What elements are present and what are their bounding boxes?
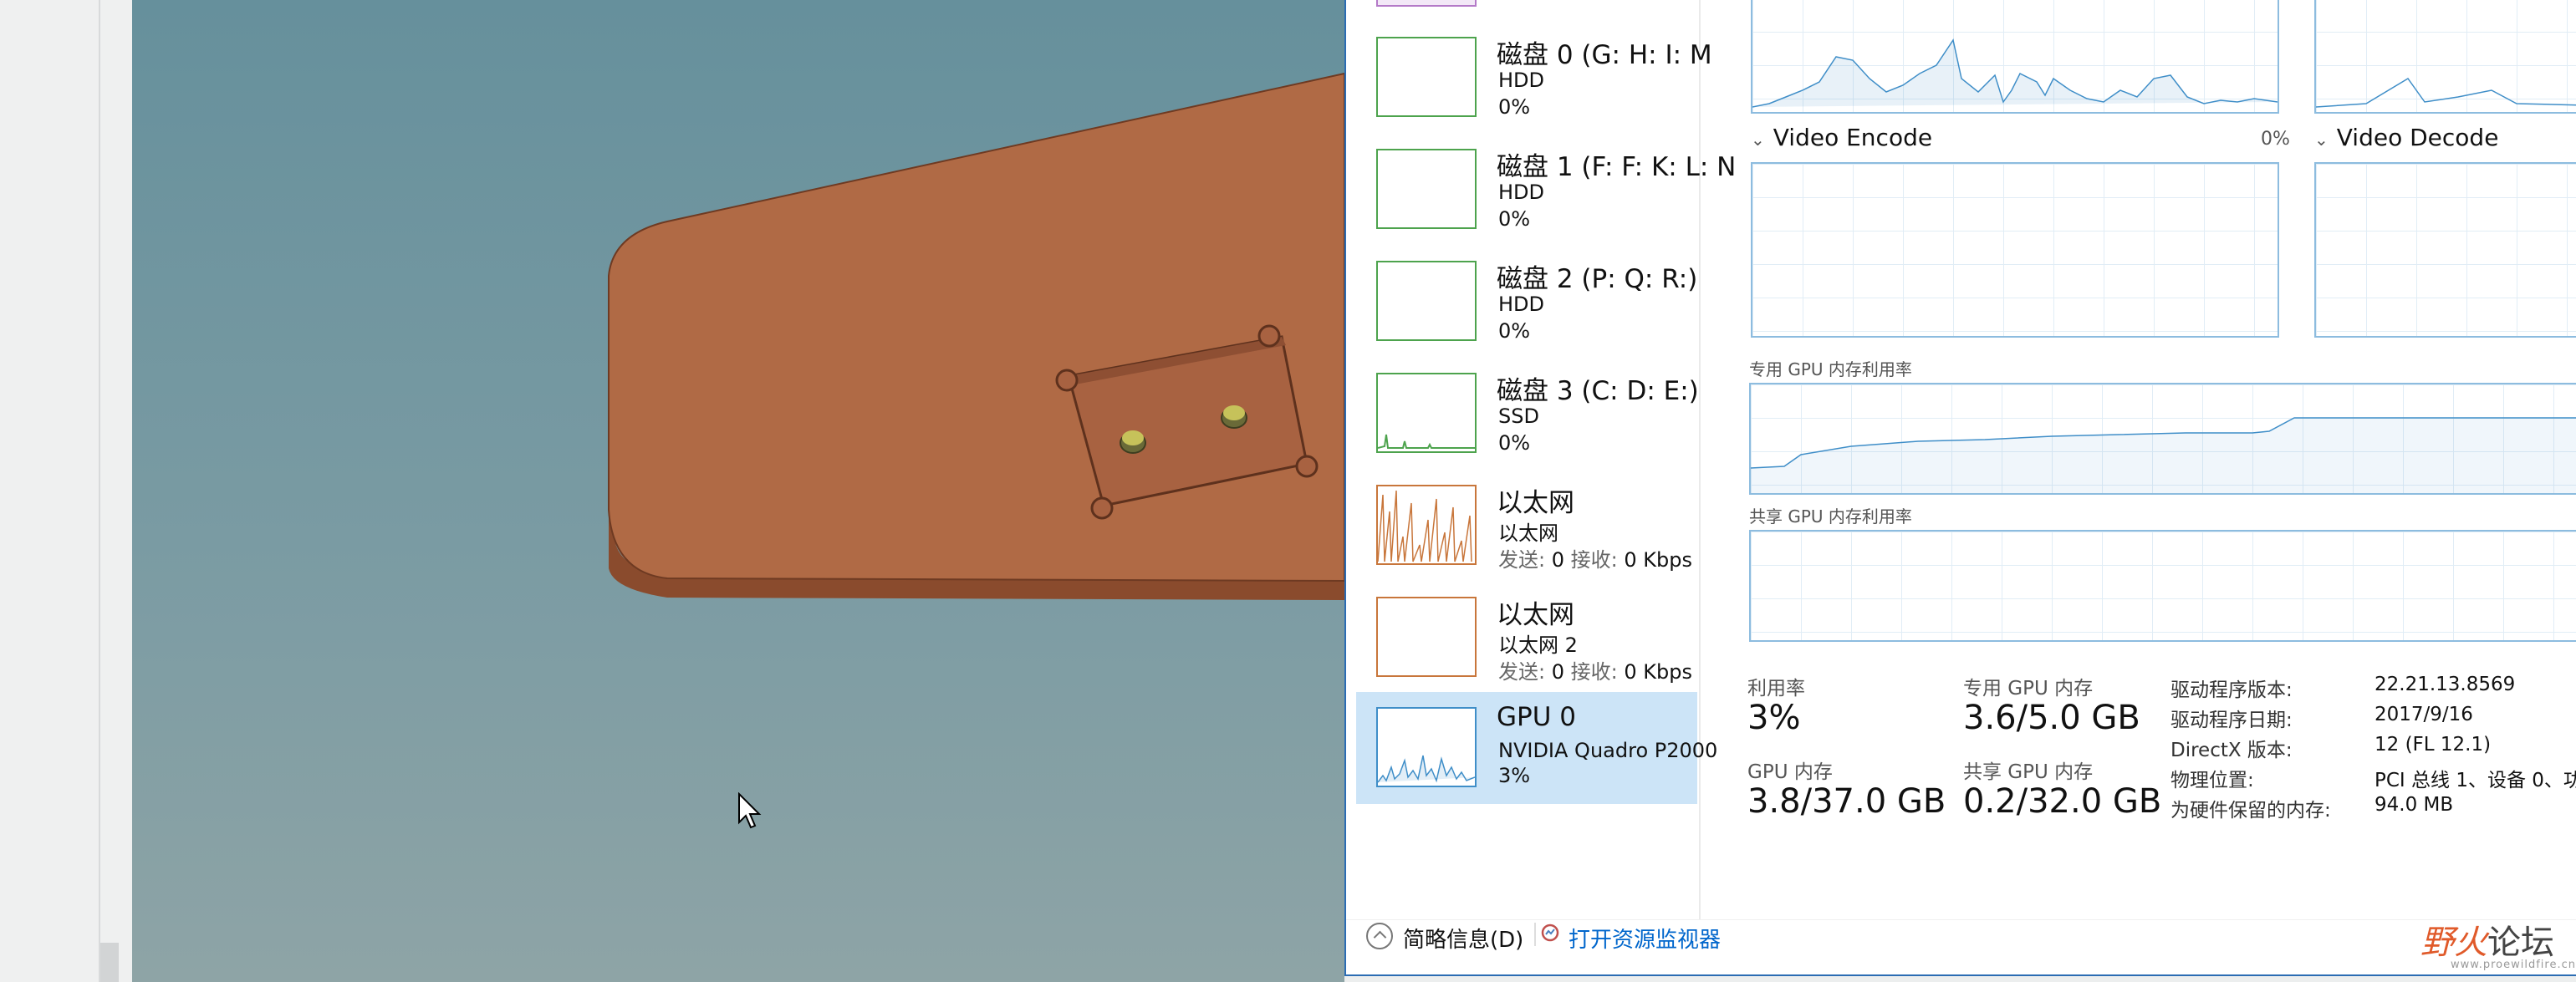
footer-divider — [1534, 923, 1536, 946]
receive-value: 0 Kbps — [1624, 548, 1692, 572]
resource-usage: 0% — [1498, 95, 1531, 119]
resource-usage: 0% — [1498, 431, 1531, 455]
ethernet2-graph-thumb — [1376, 597, 1477, 677]
receive-label: 接收: — [1570, 548, 1618, 572]
resource-item-gpu0[interactable]: GPU 0 NVIDIA Quadro P2000 3% — [1356, 692, 1717, 804]
receive-label: 接收: — [1570, 660, 1618, 684]
send-value: 0 — [1551, 548, 1565, 572]
gpu-mem-value: 3.8/37.0 GB — [1747, 782, 1946, 821]
watermark-text-a: 野火 — [2420, 923, 2487, 962]
resource-title: 磁盘 3 (C: D: E:) — [1497, 376, 1699, 406]
resource-title: 磁盘 2 (P: Q: R:) — [1497, 264, 1698, 294]
resource-type: NVIDIA Quadro P2000 — [1498, 739, 1718, 762]
engine-video-encode[interactable]: ⌄ Video Encode — [1751, 124, 1932, 151]
fewer-details-button[interactable] — [1359, 919, 1396, 956]
dedicated-mem-graph — [1749, 383, 2576, 495]
resource-item-ethernet1[interactable]: 以太网 以太网 发送: 0 接收: 0 Kbps — [1356, 475, 1697, 587]
mouse-cursor-icon — [738, 792, 762, 829]
disk1-graph-thumb — [1376, 149, 1477, 229]
info-key: DirectX 版本: — [2170, 740, 2293, 761]
info-key: 为硬件保留的内存: — [2170, 800, 2331, 822]
resource-title: 以太网 — [1497, 488, 1574, 518]
cad-model — [608, 72, 1344, 600]
ethernet1-graph-thumb — [1376, 485, 1477, 565]
resource-item-disk1[interactable]: 磁盘 1 (F: F: K: L: N HDD 0% — [1356, 139, 1736, 251]
info-value: 22.21.13.8569 — [2375, 674, 2516, 695]
info-value: 2017/9/16 — [2375, 704, 2473, 725]
disk3-graph-thumb — [1376, 373, 1477, 453]
resource-list: 磁盘 0 (G: H: I: M HDD 0% 磁盘 1 (F: F: K: L… — [1346, 0, 1736, 919]
shared-mem-label: 共享 GPU 内存 — [1963, 761, 2094, 783]
info-value: PCI 总线 1、设备 0、功 — [2375, 770, 2576, 791]
resource-type: HDD — [1498, 181, 1545, 204]
resource-item-ethernet2[interactable]: 以太网 以太网 2 发送: 0 接收: 0 Kbps — [1356, 587, 1697, 699]
resource-monitor-icon[interactable] — [1540, 923, 1560, 943]
watermark-text-b: 论坛 — [2487, 923, 2554, 962]
resource-item-disk0[interactable]: 磁盘 0 (G: H: I: M HDD 0% — [1356, 27, 1712, 139]
resource-type: HDD — [1498, 293, 1545, 316]
chevron-down-icon: ⌄ — [2314, 130, 2329, 150]
resource-title: 以太网 — [1497, 600, 1574, 630]
dedicated-mem-value: 3.6/5.0 GB — [1963, 699, 2140, 737]
resource-usage: 0% — [1498, 207, 1531, 231]
resource-type: HDD — [1498, 69, 1545, 92]
info-key: 物理位置: — [2170, 770, 2254, 791]
chevron-down-icon: ⌄ — [1751, 130, 1765, 150]
video-decode-graph — [2314, 162, 2576, 338]
shared-mem-graph-label: 共享 GPU 内存利用率 — [1749, 506, 1912, 527]
engine-value: 0% — [2261, 129, 2290, 150]
gpu0-graph-thumb — [1376, 707, 1477, 787]
resource-type: SSD — [1498, 405, 1539, 428]
resource-title: 磁盘 0 (G: H: I: M — [1497, 40, 1712, 70]
app-left-strip — [0, 0, 132, 982]
scrollbar-thumb[interactable] — [100, 943, 119, 982]
resource-usage: 3% — [1498, 764, 1531, 787]
info-key: 驱动程序版本: — [2170, 679, 2293, 701]
forum-watermark-logo: 野火论坛 www.proewildfire.cn — [2420, 915, 2575, 982]
cad-viewport[interactable] — [132, 0, 1344, 982]
task-manager-footer — [1346, 919, 2576, 975]
resource-throughput: 发送: 0 接收: 0 Kbps — [1498, 543, 1692, 572]
shared-mem-graph — [1749, 530, 2576, 642]
resource-usage: 0% — [1498, 319, 1531, 343]
fewer-details-label[interactable]: 简略信息(D) — [1403, 923, 1523, 954]
utilization-label: 利用率 — [1747, 678, 1805, 700]
send-label: 发送: — [1498, 660, 1546, 684]
task-manager-window: 磁盘 0 (G: H: I: M HDD 0% 磁盘 1 (F: F: K: L… — [1344, 0, 2576, 976]
divider — [99, 0, 100, 982]
engine-name-label: Video Decode — [2336, 124, 2499, 151]
resource-type: 以太网 2 — [1498, 633, 1578, 657]
shared-mem-value: 0.2/32.0 GB — [1963, 782, 2162, 821]
dedicated-mem-label: 专用 GPU 内存 — [1963, 678, 2094, 700]
send-value: 0 — [1551, 660, 1565, 684]
resource-item-disk3[interactable]: 磁盘 3 (C: D: E:) SSD 0% — [1356, 363, 1699, 475]
resource-throughput: 发送: 0 接收: 0 Kbps — [1498, 655, 1692, 684]
engine-video-decode[interactable]: ⌄ Video Decode — [2314, 124, 2498, 151]
gpu-mem-label: GPU 内存 — [1747, 761, 1833, 783]
receive-value: 0 Kbps — [1624, 660, 1692, 684]
disk0-graph-thumb — [1376, 37, 1477, 117]
utilization-value: 3% — [1747, 699, 1801, 737]
dedicated-mem-graph-label: 专用 GPU 内存利用率 — [1749, 359, 1912, 379]
resource-item-disk2[interactable]: 磁盘 2 (P: Q: R:) HDD 0% — [1356, 251, 1697, 363]
send-label: 发送: — [1498, 548, 1546, 572]
chevron-up-icon — [1366, 923, 1393, 949]
engine-graph-top-left — [1751, 0, 2279, 114]
resource-type: 以太网 — [1498, 522, 1558, 545]
video-encode-graph — [1751, 162, 2279, 338]
engine-name-label: Video Encode — [1773, 124, 1933, 151]
open-resource-monitor-link[interactable]: 打开资源监视器 — [1569, 923, 1721, 954]
info-key: 驱动程序日期: — [2170, 710, 2293, 731]
engine-graph-top-right — [2314, 0, 2576, 114]
disk2-graph-thumb — [1376, 261, 1477, 341]
watermark-url: www.proewildfire.cn — [2451, 959, 2576, 971]
info-value: 12 (FL 12.1) — [2375, 734, 2492, 756]
resource-title: GPU 0 — [1497, 702, 1576, 732]
gpu-detail-pane: ⌄ Video Encode 0% ⌄ Video Decode 专用 GPU 内存… — [1699, 0, 2576, 919]
partial-memory-thumb — [1376, 0, 1477, 7]
info-value: 94.0 MB — [2375, 794, 2454, 816]
